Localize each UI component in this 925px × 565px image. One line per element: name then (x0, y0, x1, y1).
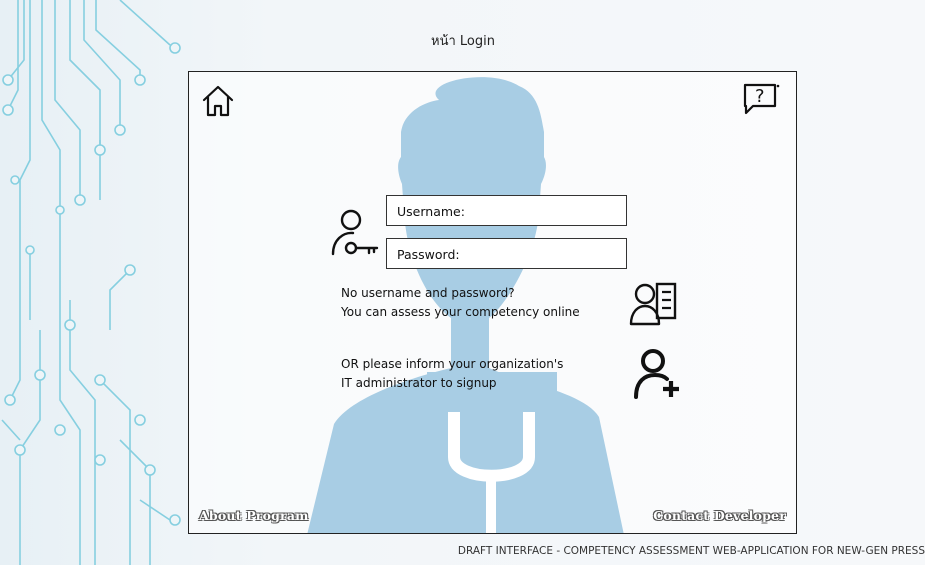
admin-line-1: OR please inform your organization's (341, 357, 564, 371)
home-icon[interactable] (201, 84, 235, 118)
help-icon[interactable]: ? (741, 82, 781, 118)
user-key-icon (331, 209, 379, 256)
assess-line-2: You can assess your competency online (341, 305, 580, 319)
username-input[interactable]: Username: (386, 195, 627, 226)
contact-developer-link[interactable]: Contact Developer (653, 508, 786, 523)
page-title: หน้า Login (0, 30, 925, 51)
admin-signup-text: OR please inform your organization's IT … (341, 355, 563, 393)
svg-text:?: ? (755, 86, 765, 107)
assess-online-text: No username and password? You can assess… (341, 284, 580, 322)
password-input[interactable]: Password: (386, 238, 627, 269)
page-title-text: หน้า Login (431, 34, 495, 49)
add-user-icon[interactable] (633, 347, 683, 401)
about-program-link[interactable]: About Program (199, 508, 309, 523)
login-panel: ? Username: Password: No username and pa… (188, 71, 797, 534)
circuit-decoration (1, 0, 181, 565)
admin-line-2: IT administrator to signup (341, 376, 497, 390)
user-profile-card-icon[interactable] (629, 282, 681, 326)
footer-text: DRAFT INTERFACE - COMPETENCY ASSESSMENT … (457, 545, 925, 557)
assess-line-1: No username and password? (341, 286, 515, 300)
